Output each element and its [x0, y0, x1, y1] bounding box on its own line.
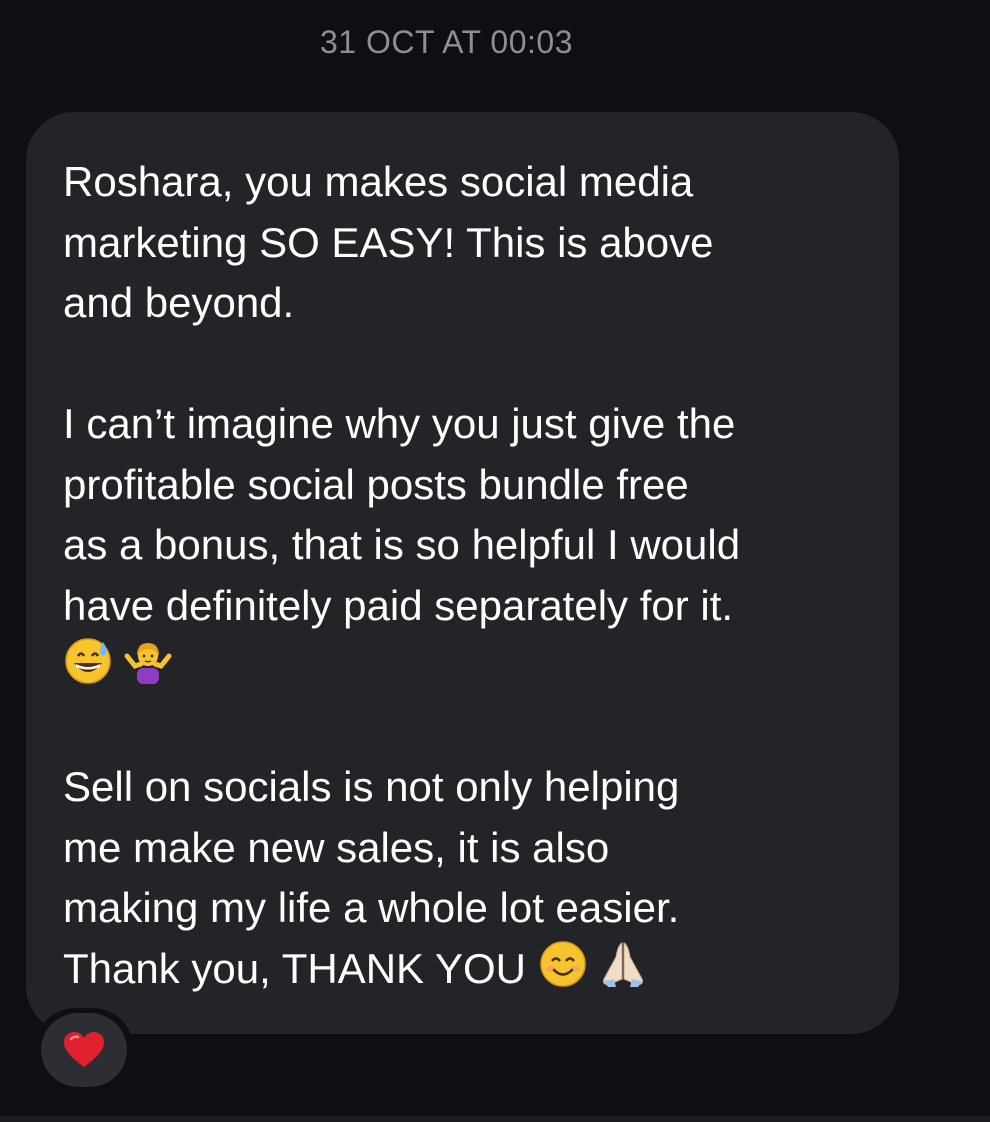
message-timestamp: 31 OCT AT 00:03	[320, 24, 573, 60]
folded-hands-emoji	[598, 939, 648, 989]
red-heart-icon	[64, 1032, 104, 1067]
message-bubble[interactable]: Roshara, you makes social media marketin…	[26, 112, 899, 1034]
grinning-sweat-emoji	[63, 636, 113, 686]
bottom-divider	[0, 1116, 990, 1122]
reaction-pill[interactable]	[41, 1013, 127, 1087]
reaction-badge[interactable]	[34, 1008, 134, 1092]
message-paragraph-1: Roshara, you makes social media marketin…	[63, 158, 714, 326]
message-paragraph-2: I can’t imagine why you just give the pr…	[63, 394, 869, 697]
shrugging-woman-emoji	[123, 636, 173, 686]
message-paragraph-3: Sell on socials is not only helping me m…	[63, 757, 869, 999]
smiling-face-emoji	[538, 939, 588, 989]
message-paragraph-2-text: I can’t imagine why you just give the pr…	[63, 400, 741, 629]
